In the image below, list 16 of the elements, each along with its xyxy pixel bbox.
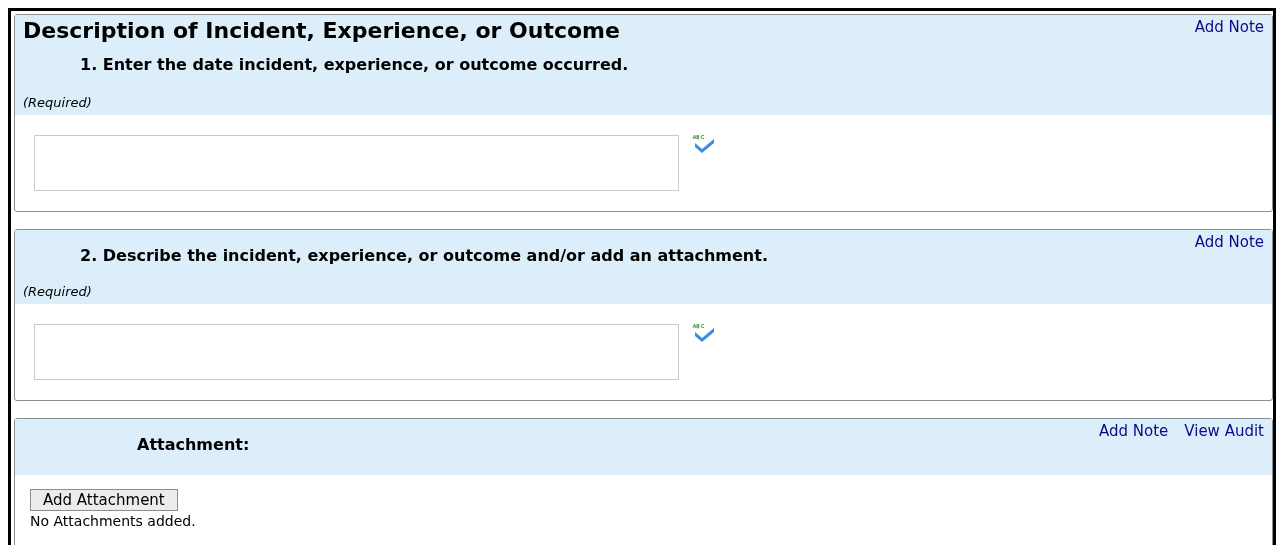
header-link[interactable]: View Audit <box>1184 422 1264 440</box>
required-note: (Required) <box>23 284 92 299</box>
header-link[interactable]: Add Note <box>1098 422 1169 440</box>
spellcheck-icon[interactable] <box>691 135 715 155</box>
answer-field[interactable] <box>34 324 679 380</box>
add-attachment-button[interactable]: Add Attachment <box>30 489 178 511</box>
answer-field[interactable] <box>34 135 679 191</box>
page-title: Description of Incident, Experience, or Outcome <box>23 17 620 43</box>
attachment-label: Attachment: <box>137 435 250 454</box>
attachment-status: No Attachments added. <box>30 513 197 529</box>
header-link[interactable]: Add Note <box>1194 233 1264 251</box>
required-note: (Required) <box>23 95 92 110</box>
question-text: 2. Describe the incident, experience, or outcome and/or add an attachment. <box>80 246 768 265</box>
header-link[interactable]: Add Note <box>1194 18 1264 36</box>
spellcheck-icon[interactable] <box>691 324 715 344</box>
question-text: 1. Enter the date incident, experience, or outcome occurred. <box>80 55 629 74</box>
